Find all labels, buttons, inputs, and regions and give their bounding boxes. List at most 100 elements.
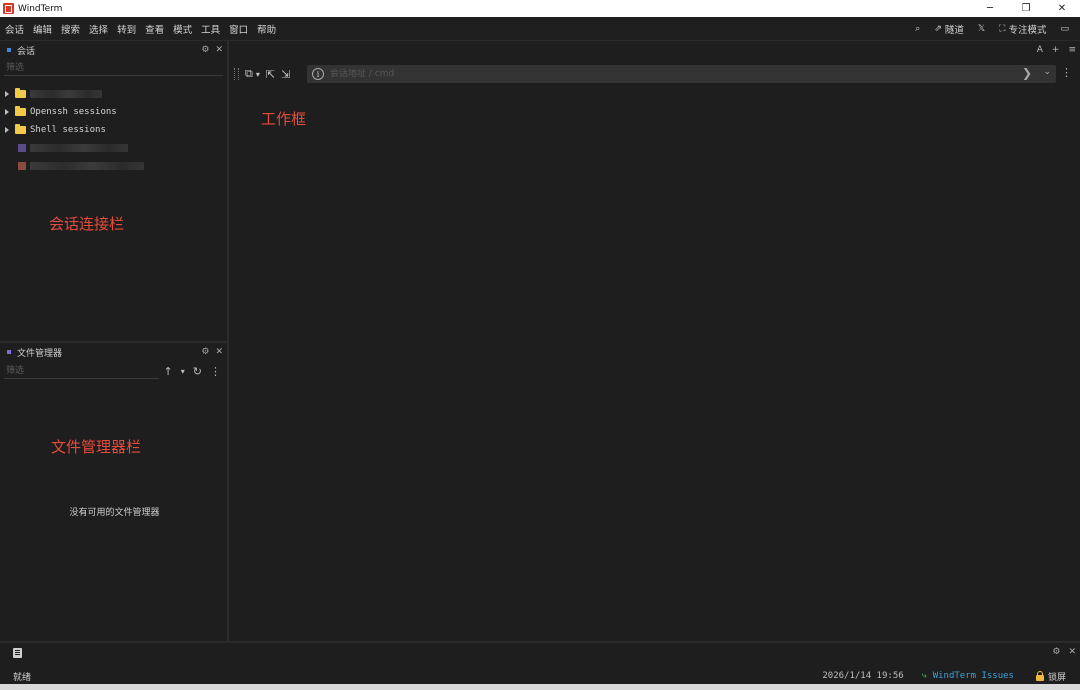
bottom-panel: ⚙ ✕ 就绪 2026/1/14 19:56 ⤷ WindTerm Issues… bbox=[0, 641, 1080, 684]
menu-icon[interactable]: ≡ bbox=[1068, 45, 1076, 55]
folder-icon bbox=[15, 106, 26, 116]
window-bottom-edge bbox=[0, 684, 1080, 690]
session-tree: Openssh sessions Shell sessions bbox=[0, 85, 227, 175]
window-controls: ─ ❐ ✕ bbox=[972, 0, 1080, 17]
status-datetime: 2026/1/14 19:56 bbox=[822, 671, 904, 681]
more-vertical-icon[interactable]: ⋮ bbox=[1061, 66, 1072, 79]
tunnel-icon: ⇗ bbox=[934, 24, 942, 34]
close-icon[interactable]: ✕ bbox=[215, 347, 223, 357]
session-item[interactable] bbox=[0, 157, 227, 175]
more-vertical-icon[interactable]: ⋮ bbox=[210, 365, 221, 378]
open-session-icon[interactable]: ⇱ bbox=[266, 68, 275, 81]
x-button[interactable]: 𝕏 bbox=[973, 24, 990, 34]
session-item[interactable] bbox=[0, 139, 227, 157]
redacted-text bbox=[30, 90, 102, 98]
document-icon[interactable] bbox=[13, 648, 22, 658]
tunnel-label: 隧道 bbox=[944, 25, 964, 36]
new-session-icon[interactable]: ⧉ bbox=[245, 67, 253, 81]
work-area: A + ≡ ⧉ ▾ ⇱ ⇲ i ❯ ⌄ ⋮ 工作框 bbox=[231, 41, 1080, 641]
redacted-text bbox=[30, 162, 144, 170]
tree-folder-redacted[interactable] bbox=[0, 85, 227, 103]
info-icon[interactable]: i bbox=[312, 68, 324, 80]
work-area-top-tools: A + ≡ bbox=[1037, 45, 1076, 55]
folder-icon bbox=[15, 88, 26, 98]
gear-icon[interactable]: ⚙ bbox=[201, 45, 209, 55]
close-icon[interactable]: ✕ bbox=[1068, 647, 1076, 657]
drag-grip-icon[interactable] bbox=[234, 68, 239, 80]
menu-bar: 会话 编辑 搜索 选择 转到 查看 模式 工具 窗口 帮助 ⌕ ⇗ 隧道 𝕏 ⛶… bbox=[0, 17, 1080, 41]
focus-mode-button[interactable]: ⛶ 专注模式 bbox=[994, 22, 1051, 36]
caret-right-icon[interactable] bbox=[5, 109, 9, 115]
caret-right-icon[interactable] bbox=[5, 127, 9, 133]
folder-icon bbox=[15, 124, 26, 134]
session-toolbar: ⧉ ▾ ⇱ ⇲ i ❯ ⌄ ⋮ bbox=[231, 64, 1080, 84]
address-bar[interactable]: i ❯ ⌄ bbox=[307, 65, 1056, 83]
session-color-icon bbox=[18, 144, 26, 152]
menu-window[interactable]: 窗口 bbox=[225, 22, 252, 36]
file-manager-panel-header: 文件管理器 ⚙ ✕ bbox=[0, 343, 227, 361]
restore-button[interactable]: ❐ bbox=[1008, 0, 1044, 17]
annotation-file-bar: 文件管理器栏 bbox=[51, 438, 142, 456]
lock-screen-button[interactable]: 锁屏 bbox=[1035, 670, 1066, 683]
chevron-right-icon[interactable]: ❯ bbox=[1022, 66, 1032, 80]
search-icon: ⌕ bbox=[915, 24, 921, 34]
status-ready: 就绪 bbox=[13, 672, 32, 683]
layout-button[interactable]: ▭ bbox=[1055, 24, 1074, 34]
close-button[interactable]: ✕ bbox=[1044, 0, 1080, 17]
menu-search[interactable]: 搜索 bbox=[57, 22, 84, 36]
menu-view[interactable]: 查看 bbox=[141, 22, 168, 36]
menu-select[interactable]: 选择 bbox=[85, 22, 112, 36]
menu-session[interactable]: 会话 bbox=[1, 22, 28, 36]
window-title: WindTerm bbox=[18, 3, 63, 14]
sessions-panel: 会话 ⚙ ✕ Openssh sessions Shell sessions bbox=[0, 41, 229, 341]
lock-icon bbox=[1035, 670, 1044, 681]
sessions-filter-input[interactable] bbox=[4, 60, 223, 76]
tree-folder-shell[interactable]: Shell sessions bbox=[0, 121, 227, 139]
redacted-text bbox=[30, 144, 128, 152]
bottom-panel-tools: ⚙ ✕ bbox=[1052, 647, 1076, 657]
global-search-button[interactable]: ⌕ bbox=[910, 24, 925, 34]
refresh-icon[interactable]: ↻ bbox=[193, 365, 202, 378]
menu-tools[interactable]: 工具 bbox=[197, 22, 224, 36]
issue-arrow-icon: ⤷ bbox=[921, 671, 927, 681]
tree-folder-label: Openssh sessions bbox=[30, 107, 117, 117]
chevron-down-icon[interactable]: ▾ bbox=[256, 70, 260, 79]
files-filter-input[interactable] bbox=[4, 363, 159, 379]
tunnel-button[interactable]: ⇗ 隧道 bbox=[929, 22, 969, 36]
app-logo-icon bbox=[3, 3, 14, 14]
menu-help[interactable]: 帮助 bbox=[253, 22, 280, 36]
caret-right-icon[interactable] bbox=[5, 91, 9, 97]
gear-icon[interactable]: ⚙ bbox=[1052, 647, 1060, 657]
tree-folder-openssh[interactable]: Openssh sessions bbox=[0, 103, 227, 121]
arrow-up-icon[interactable]: ↑ bbox=[164, 365, 173, 378]
focus-icon: ⛶ bbox=[999, 24, 1006, 34]
font-icon[interactable]: A bbox=[1037, 45, 1043, 55]
sessions-panel-header: 会话 ⚙ ✕ bbox=[0, 41, 227, 59]
status-bar: 就绪 2026/1/14 19:56 ⤷ WindTerm Issues 锁屏 bbox=[0, 667, 1080, 685]
title-bar: WindTerm ─ ❐ ✕ bbox=[0, 0, 1080, 17]
annotation-work-area: 工作框 bbox=[261, 110, 307, 128]
file-manager-empty-message: 没有可用的文件管理器 bbox=[69, 508, 160, 518]
session-color-icon bbox=[18, 162, 26, 170]
menu-goto[interactable]: 转到 bbox=[113, 22, 140, 36]
menu-edit[interactable]: 编辑 bbox=[29, 22, 56, 36]
menu-mode[interactable]: 模式 bbox=[169, 22, 196, 36]
chevron-down-icon[interactable]: ⌄ bbox=[1043, 67, 1051, 77]
gear-icon[interactable]: ⚙ bbox=[201, 347, 209, 357]
sessions-panel-title: 会话 bbox=[17, 46, 36, 57]
windterm-issues-link[interactable]: ⤷ WindTerm Issues bbox=[922, 671, 1014, 681]
chevron-down-icon[interactable]: ▾ bbox=[181, 367, 185, 376]
file-manager-panel-title: 文件管理器 bbox=[17, 348, 63, 359]
lock-screen-label: 锁屏 bbox=[1047, 672, 1066, 683]
address-input[interactable] bbox=[330, 69, 1010, 79]
status-right: 2026/1/14 19:56 ⤷ WindTerm Issues 锁屏 bbox=[822, 667, 1066, 685]
plus-icon[interactable]: + bbox=[1052, 45, 1060, 55]
tree-folder-label: Shell sessions bbox=[30, 125, 106, 135]
x-icon: 𝕏 bbox=[977, 24, 986, 34]
close-icon[interactable]: ✕ bbox=[215, 45, 223, 55]
file-filter-row: ↑ ▾ ↻ ⋮ bbox=[0, 363, 227, 383]
issues-label: WindTerm Issues bbox=[932, 671, 1014, 681]
minimize-button[interactable]: ─ bbox=[972, 0, 1008, 17]
duplicate-session-icon[interactable]: ⇲ bbox=[281, 68, 290, 81]
annotation-session-bar: 会话连接栏 bbox=[49, 215, 125, 233]
